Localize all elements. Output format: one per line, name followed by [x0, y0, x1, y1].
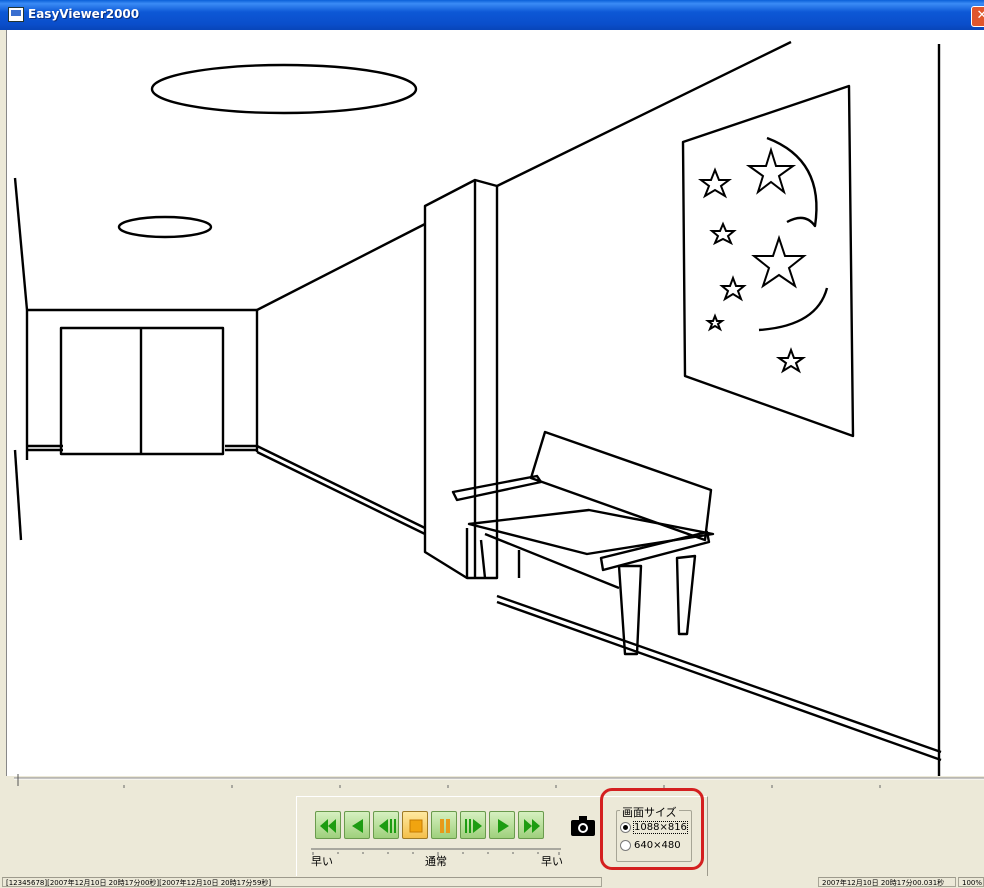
screen-size-legend: 画面サイズ	[620, 804, 679, 820]
speed-fast-label: 早い	[541, 855, 563, 868]
seek-bar[interactable]	[14, 774, 984, 792]
status-current-time: 2007年12月10日 20時17分00.031秒	[818, 877, 956, 887]
play-icon	[498, 819, 509, 833]
close-button[interactable]: ✕	[971, 6, 984, 27]
pause-button[interactable]	[431, 811, 457, 839]
fast-rewind-button[interactable]	[315, 811, 341, 839]
video-viewport	[6, 30, 984, 776]
screen-size-group: 画面サイズ 1088×816 640×480	[616, 804, 696, 864]
play-button[interactable]	[489, 811, 515, 839]
speed-slider[interactable]	[311, 843, 561, 856]
size-option-label: 640×480	[634, 840, 681, 851]
size-option-1088x816[interactable]: 1088×816	[620, 821, 688, 834]
step-forward-icon	[465, 819, 482, 833]
status-zoom: 100%	[958, 877, 984, 887]
size-option-640x480[interactable]: 640×480	[620, 840, 681, 852]
fast-forward-icon	[524, 819, 540, 833]
app-icon	[8, 7, 24, 22]
reverse-play-button[interactable]	[344, 811, 370, 839]
step-forward-button[interactable]	[460, 811, 486, 839]
pause-icon	[440, 819, 450, 833]
radio-selected-icon[interactable]	[620, 822, 631, 833]
speed-normal-label: 通常	[425, 855, 447, 868]
window-title: EasyViewer2000	[28, 7, 140, 21]
fast-forward-button[interactable]	[518, 811, 544, 839]
status-recording-range: [12345678][2007年12月10日 20時17分00秒][2007年1…	[2, 877, 602, 887]
snapshot-button[interactable]	[570, 815, 596, 837]
step-back-button[interactable]	[373, 811, 399, 839]
size-option-label: 1088×816	[633, 821, 688, 834]
seek-track[interactable]	[14, 774, 984, 792]
speed-slow-label: 早い	[311, 855, 333, 868]
fast-rewind-icon	[320, 819, 336, 833]
step-back-icon	[379, 819, 396, 833]
hallway-drawing	[13, 40, 942, 776]
title-bar: EasyViewer2000 ✕	[0, 0, 984, 30]
reverse-play-icon	[352, 819, 363, 833]
radio-unselected-icon[interactable]	[620, 840, 631, 851]
status-bar: [12345678][2007年12月10日 20時17分00秒][2007年1…	[0, 876, 984, 888]
stop-icon	[409, 819, 423, 833]
stop-button[interactable]	[402, 811, 428, 839]
camera-icon	[571, 816, 595, 836]
